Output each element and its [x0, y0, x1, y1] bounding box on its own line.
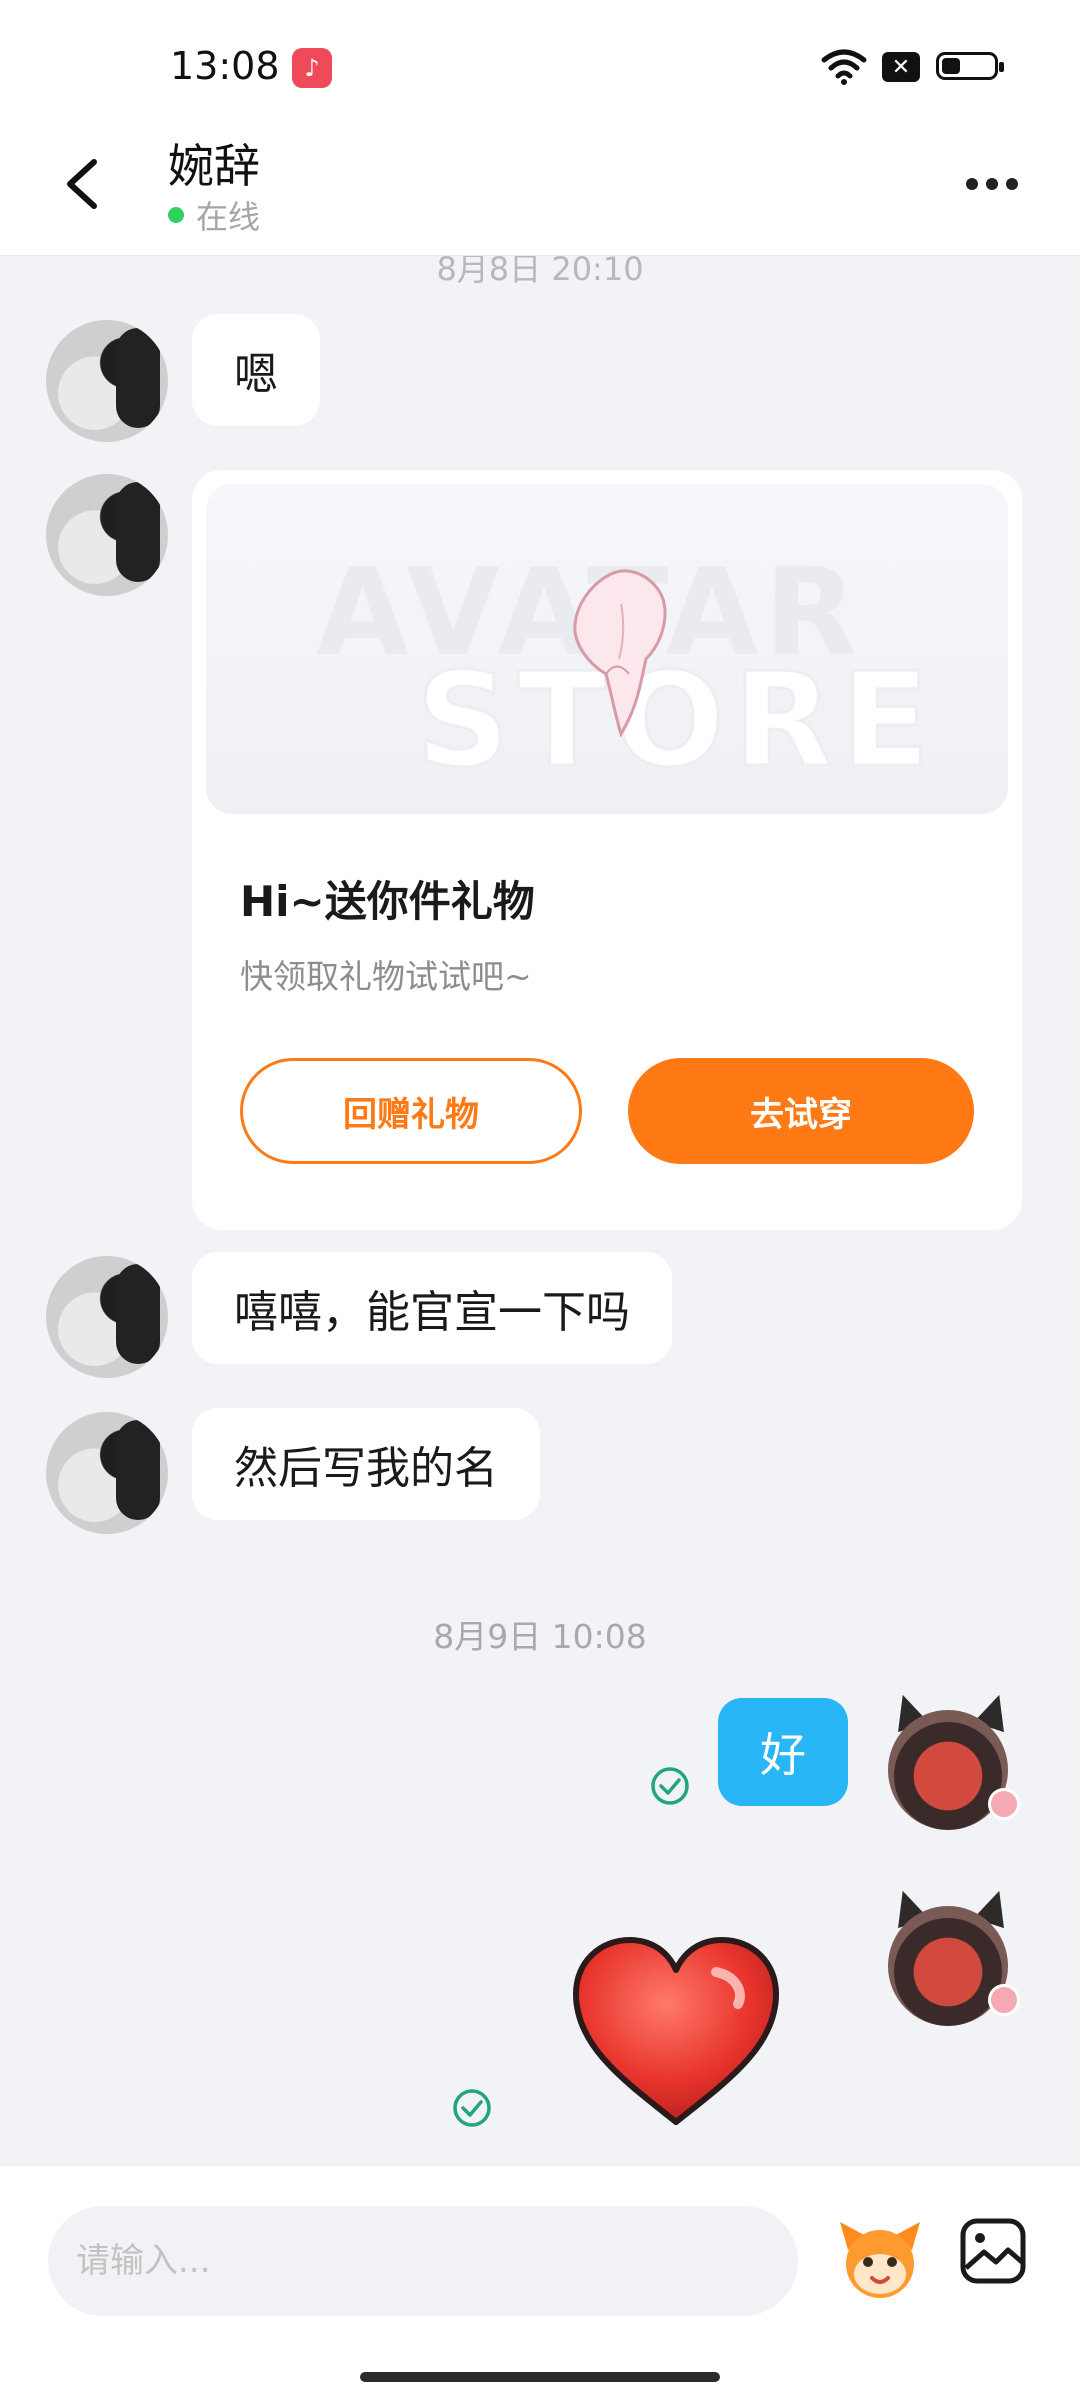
my-avatar[interactable] — [878, 1885, 1020, 2036]
contact-avatar[interactable] — [46, 1412, 168, 1534]
contact-avatar[interactable] — [46, 474, 168, 596]
music-app-icon: ♪ — [292, 48, 332, 88]
my-avatar[interactable] — [878, 1689, 1020, 1840]
message-text: 好 — [760, 1728, 806, 1782]
message-text: 嘻嘻，能官宣一下吗 — [234, 1287, 630, 1338]
gift-title: Hi~送你件礼物 — [240, 877, 535, 926]
online-status-label: 在线 — [196, 198, 261, 236]
chat-messages[interactable]: 8月8日 20:10 嗯 AVATAR STORE Hi~送你件礼物 快领取礼物… — [0, 256, 1080, 2166]
try-on-button[interactable]: 去试穿 — [628, 1058, 974, 1164]
input-bar — [0, 2166, 1080, 2400]
message-text: 嗯 — [234, 349, 278, 400]
online-dot-icon — [168, 207, 184, 223]
emoji-icon[interactable] — [832, 2210, 928, 2306]
more-options-icon[interactable] — [966, 178, 1018, 190]
incoming-message[interactable]: 嘻嘻，能官宣一下吗 — [192, 1252, 672, 1364]
wifi-icon — [821, 49, 867, 85]
contact-avatar[interactable] — [46, 320, 168, 442]
incoming-message[interactable]: 然后写我的名 — [192, 1408, 540, 1520]
message-input[interactable] — [48, 2206, 798, 2316]
online-status: 在线 — [168, 192, 260, 238]
return-gift-button[interactable]: 回赠礼物 — [240, 1058, 582, 1164]
contact-name: 婉辞 — [168, 139, 260, 193]
read-check-icon — [453, 2089, 491, 2127]
status-bar: 13:08 ♪ ✕ — [0, 0, 1080, 130]
image-icon[interactable] — [958, 2216, 1028, 2286]
close-icon: ✕ — [882, 52, 920, 82]
incoming-message[interactable]: 嗯 — [192, 314, 320, 426]
battery-icon — [936, 52, 1004, 80]
timestamp: 8月9日 10:08 — [433, 1617, 647, 1656]
home-indicator — [360, 2372, 720, 2382]
read-check-icon — [651, 1767, 689, 1805]
chat-header: 婉辞 在线 — [0, 130, 1080, 256]
heart-sticker[interactable] — [566, 1932, 786, 2132]
message-text: 然后写我的名 — [234, 1443, 498, 1494]
outgoing-message[interactable]: 好 — [718, 1698, 848, 1806]
gift-card[interactable]: AVATAR STORE Hi~送你件礼物 快领取礼物试试吧~ 回赠礼物 去试穿 — [192, 470, 1022, 1230]
status-time: 13:08 — [170, 44, 280, 88]
contact-avatar[interactable] — [46, 1256, 168, 1378]
timestamp: 8月8日 20:10 — [436, 256, 644, 288]
gift-banner-image: AVATAR STORE — [206, 484, 1008, 814]
gift-subtitle: 快领取礼物试试吧~ — [240, 957, 532, 996]
glove-icon — [573, 569, 667, 738]
back-arrow-icon[interactable] — [56, 154, 116, 214]
